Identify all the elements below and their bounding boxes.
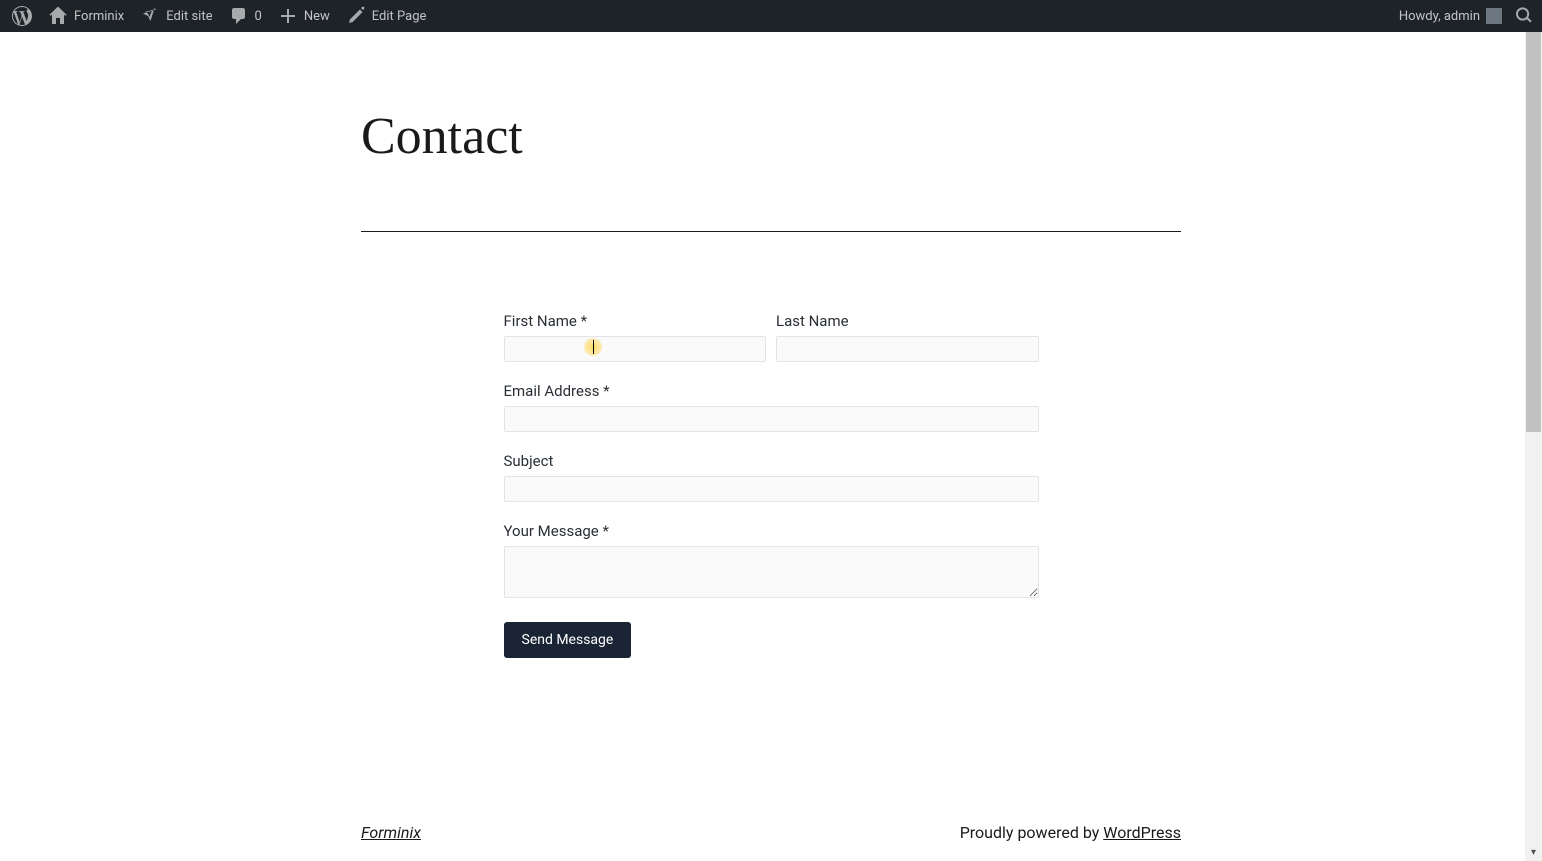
wp-logo-menu[interactable] bbox=[4, 0, 40, 32]
site-name-menu[interactable]: Forminix bbox=[40, 0, 132, 32]
adminbar-right: Howdy, admin bbox=[1391, 0, 1538, 32]
first-name-label: First Name * bbox=[504, 312, 767, 330]
comments-menu[interactable]: 0 bbox=[221, 0, 270, 32]
site-footer: Forminix Proudly powered by WordPress bbox=[361, 823, 1181, 861]
subject-label: Subject bbox=[504, 452, 1039, 470]
message-label: Your Message * bbox=[504, 522, 1039, 540]
plus-icon bbox=[278, 6, 298, 26]
last-name-input[interactable] bbox=[776, 336, 1039, 362]
subject-input[interactable] bbox=[504, 476, 1039, 502]
powered-by-prefix: Proudly powered by bbox=[960, 823, 1104, 842]
text-cursor-icon bbox=[593, 340, 594, 354]
my-account-menu[interactable]: Howdy, admin bbox=[1391, 0, 1510, 32]
edit-site-menu[interactable]: Edit site bbox=[132, 0, 220, 32]
adminbar-search[interactable] bbox=[1510, 0, 1538, 32]
content-wrap: Contact First Name * Last Name Email Add… bbox=[361, 107, 1181, 861]
new-content-menu[interactable]: New bbox=[270, 0, 338, 32]
comments-count: 0 bbox=[255, 9, 262, 24]
greeting-label: Howdy, admin bbox=[1399, 9, 1480, 24]
email-input[interactable] bbox=[504, 406, 1039, 432]
footer-site-link[interactable]: Forminix bbox=[361, 823, 421, 842]
vertical-scrollbar[interactable]: ▴ ▾ bbox=[1525, 32, 1542, 861]
edit-page-menu[interactable]: Edit Page bbox=[338, 0, 435, 32]
wordpress-link[interactable]: WordPress bbox=[1103, 823, 1181, 842]
edit-page-label: Edit Page bbox=[372, 9, 427, 24]
new-label: New bbox=[304, 9, 330, 24]
comments-icon bbox=[229, 6, 249, 26]
pencil-icon bbox=[346, 6, 366, 26]
last-name-label: Last Name bbox=[776, 312, 1039, 330]
message-textarea[interactable] bbox=[504, 546, 1039, 598]
search-icon bbox=[1514, 6, 1534, 26]
scrollbar-thumb[interactable] bbox=[1526, 32, 1541, 432]
edit-site-label: Edit site bbox=[166, 9, 212, 24]
scrollbar-down-arrow[interactable]: ▾ bbox=[1525, 844, 1542, 861]
title-divider bbox=[361, 231, 1181, 232]
wordpress-logo-icon bbox=[12, 6, 32, 26]
send-message-button[interactable]: Send Message bbox=[504, 622, 632, 658]
home-icon bbox=[48, 6, 68, 26]
wp-admin-bar: Forminix Edit site 0 New Edit Page bbox=[0, 0, 1542, 32]
page-content: Contact First Name * Last Name Email Add… bbox=[0, 32, 1542, 861]
page-title: Contact bbox=[361, 107, 1181, 231]
email-label: Email Address * bbox=[504, 382, 1039, 400]
edit-site-icon bbox=[140, 6, 160, 26]
adminbar-left: Forminix Edit site 0 New Edit Page bbox=[4, 0, 434, 32]
site-name-label: Forminix bbox=[74, 9, 124, 24]
first-name-input[interactable] bbox=[504, 336, 767, 362]
contact-form: First Name * Last Name Email Address * S… bbox=[504, 312, 1039, 658]
avatar-icon bbox=[1486, 8, 1502, 24]
footer-credit: Proudly powered by WordPress bbox=[960, 823, 1181, 842]
